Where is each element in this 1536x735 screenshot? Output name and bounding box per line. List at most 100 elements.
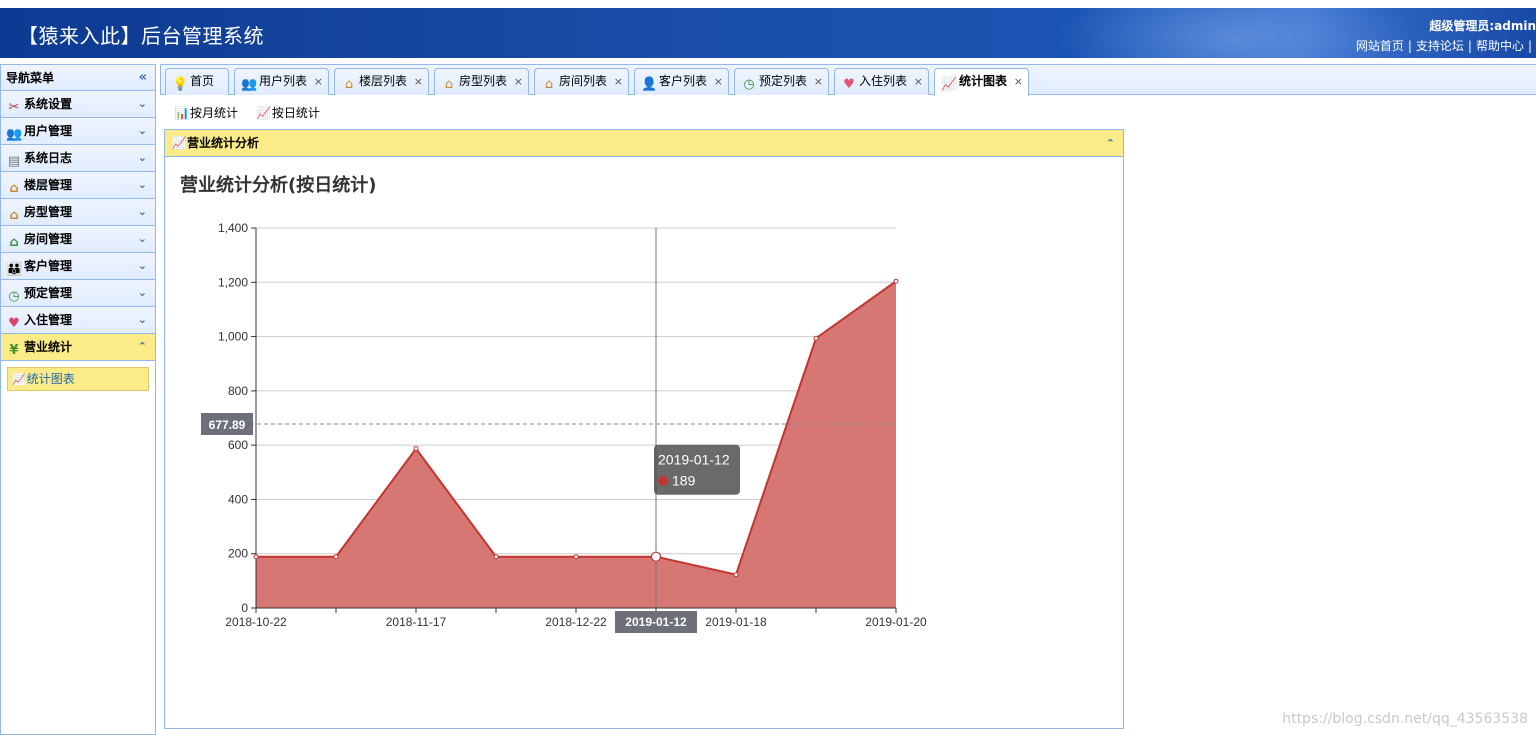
tooltip-date: 2019-01-12 <box>658 452 730 468</box>
chart-icon: 📈 <box>256 106 272 120</box>
sidebar-item-label: 系统日志 <box>24 151 73 165</box>
chevron-down-icon: ⌄ <box>137 286 147 299</box>
tab-stat-chart[interactable]: 📈 统计图表 × <box>934 68 1029 96</box>
tab-reservation-list[interactable]: ◷ 预定列表 × <box>734 68 829 95</box>
panel-header: 📈营业统计分析 ⌃ <box>165 130 1123 157</box>
close-icon[interactable]: × <box>314 69 323 94</box>
heart-icon: ♥ <box>843 77 855 92</box>
sidebar-item-business-statistics[interactable]: ¥ 营业统计 ⌃ <box>1 334 155 361</box>
close-icon[interactable]: × <box>514 69 523 94</box>
customers-icon: 👪 <box>6 262 23 277</box>
link-help[interactable]: 帮助中心 <box>1476 39 1524 53</box>
clock-icon: ◷ <box>8 289 20 304</box>
chevron-down-icon: ⌄ <box>137 205 147 218</box>
panel-title: 营业统计分析 <box>187 136 260 150</box>
close-icon[interactable]: × <box>1014 69 1023 94</box>
sidebar-item-system-settings[interactable]: ✂ 系统设置 ⌄ <box>1 91 155 118</box>
y-tick-label: 1,000 <box>218 330 248 344</box>
house-icon: ⌂ <box>444 77 454 92</box>
tab-customer-list[interactable]: 👤 客户列表 × <box>634 68 729 95</box>
tab-room-list[interactable]: ⌂ 房间列表 × <box>534 68 629 95</box>
data-point <box>493 554 499 560</box>
data-point <box>413 446 419 452</box>
house-icon: ⌂ <box>9 208 19 223</box>
tab-label: 入住列表 <box>859 74 908 88</box>
bulb-icon: 💡 <box>172 77 189 92</box>
y-tick-label: 1,200 <box>218 275 248 289</box>
axis-pointer-y-value: 677.89 <box>209 418 246 432</box>
sidebar-item-system-log[interactable]: ▤ 系统日志 ⌄ <box>1 145 155 172</box>
close-icon[interactable]: × <box>714 69 723 94</box>
tooltip-marker <box>658 475 668 486</box>
toolbar: 📊按月统计 📈按日统计 <box>174 104 334 124</box>
users-icon: 👥 <box>241 77 258 92</box>
tab-label: 用户列表 <box>259 74 308 88</box>
chevron-down-icon: ⌄ <box>137 313 147 326</box>
tab-label: 楼层列表 <box>359 74 408 88</box>
chevron-down-icon: ⌄ <box>137 151 147 164</box>
tab-label: 房型列表 <box>459 74 508 88</box>
sidebar-item-label: 系统设置 <box>24 97 73 111</box>
collapse-up-icon[interactable]: ⌃ <box>1106 130 1115 157</box>
submenu-item-label: 统计图表 <box>26 372 75 386</box>
close-icon[interactable]: × <box>614 69 623 94</box>
chart-icon: 📈 <box>941 77 958 92</box>
area-chart[interactable]: 0 200 400 600 800 1,000 1,200 1,400 2018-10-22 20… <box>165 158 1123 728</box>
sidebar-item-floor-management[interactable]: ⌂ 楼层管理 ⌄ <box>1 172 155 199</box>
watermark: https://blog.csdn.net/qq_43563538 <box>1282 711 1528 727</box>
collapse-left-icon[interactable]: « <box>139 65 147 91</box>
tab-bar: 💡 首页 👥 用户列表 × ⌂ 楼层列表 × ⌂ 房型列表 × ⌂ 房间列表 × 👤 客户列表 × ◷… <box>160 64 1536 96</box>
tab-room-type-list[interactable]: ⌂ 房型列表 × <box>434 68 529 95</box>
sidebar-item-user-management[interactable]: 👥 用户管理 ⌄ <box>1 118 155 145</box>
link-separator: | <box>1527 39 1532 53</box>
x-tick-label: 2018-10-22 <box>225 615 287 629</box>
sidebar-item-label: 房型管理 <box>24 205 73 219</box>
y-tick-label: 200 <box>228 547 248 561</box>
app-header: 【猿来入此】后台管理系统 超级管理员:admin 网站首页 | 支持论坛 | 帮助中心 | <box>0 8 1536 58</box>
chevron-up-icon: ⌃ <box>137 340 147 353</box>
tab-home[interactable]: 💡 首页 <box>165 68 229 95</box>
y-tick-label: 800 <box>228 384 248 398</box>
close-icon[interactable]: × <box>914 69 923 94</box>
close-icon[interactable]: × <box>814 69 823 94</box>
submenu-item-stat-chart[interactable]: 📈统计图表 <box>7 367 149 391</box>
close-icon[interactable]: × <box>414 69 423 94</box>
link-home[interactable]: 网站首页 <box>1356 39 1404 53</box>
sidebar-item-label: 入住管理 <box>24 313 73 327</box>
house-icon: ⌂ <box>9 181 19 196</box>
chart-icon: 📈 <box>12 373 26 386</box>
top-strip <box>0 0 1536 8</box>
data-point <box>573 554 579 560</box>
data-point <box>253 554 259 560</box>
submenu: 📈统计图表 <box>1 361 155 397</box>
y-tick-label: 0 <box>241 601 248 615</box>
sidebar-item-reservation-management[interactable]: ◷ 预定管理 ⌄ <box>1 280 155 307</box>
tab-label: 房间列表 <box>559 74 608 88</box>
data-point <box>333 554 339 560</box>
tab-floor-list[interactable]: ⌂ 楼层列表 × <box>334 68 429 95</box>
tab-label: 预定列表 <box>759 74 808 88</box>
y-tick-label: 400 <box>228 492 248 506</box>
sidebar-item-label: 房间管理 <box>24 232 73 246</box>
monthly-stat-button[interactable]: 📊按月统计 <box>174 104 239 121</box>
daily-stat-button[interactable]: 📈按日统计 <box>256 104 320 121</box>
sidebar-item-room-management[interactable]: ⌂ 房间管理 ⌄ <box>1 226 155 253</box>
link-forum[interactable]: 支持论坛 <box>1416 39 1464 53</box>
chevron-down-icon: ⌄ <box>137 97 147 110</box>
stats-panel: 📈营业统计分析 ⌃ 营业统计分析(按日统计) 0 200 400 600 800 1,00… <box>164 129 1124 729</box>
house-green-icon: ⌂ <box>9 235 19 250</box>
x-tick-label: 2019-01-18 <box>705 615 767 629</box>
tab-checkin-list[interactable]: ♥ 入住列表 × <box>834 68 929 95</box>
tab-user-list[interactable]: 👥 用户列表 × <box>234 68 329 95</box>
sidebar-item-customer-management[interactable]: 👪 客户管理 ⌄ <box>1 253 155 280</box>
sidebar-header: 导航菜单 « <box>1 65 155 91</box>
sidebar-item-room-type-management[interactable]: ⌂ 房型管理 ⌄ <box>1 199 155 226</box>
link-separator: | <box>1407 39 1412 53</box>
sidebar-item-checkin-management[interactable]: ♥ 入住管理 ⌄ <box>1 307 155 334</box>
y-tick-label: 1,400 <box>218 221 248 235</box>
tools-icon: ✂ <box>8 100 20 115</box>
app-title: 【猿来入此】后台管理系统 <box>18 24 264 48</box>
yen-icon: ¥ <box>9 343 19 358</box>
tab-label: 统计图表 <box>959 74 1008 88</box>
sidebar-item-label: 楼层管理 <box>24 178 73 192</box>
